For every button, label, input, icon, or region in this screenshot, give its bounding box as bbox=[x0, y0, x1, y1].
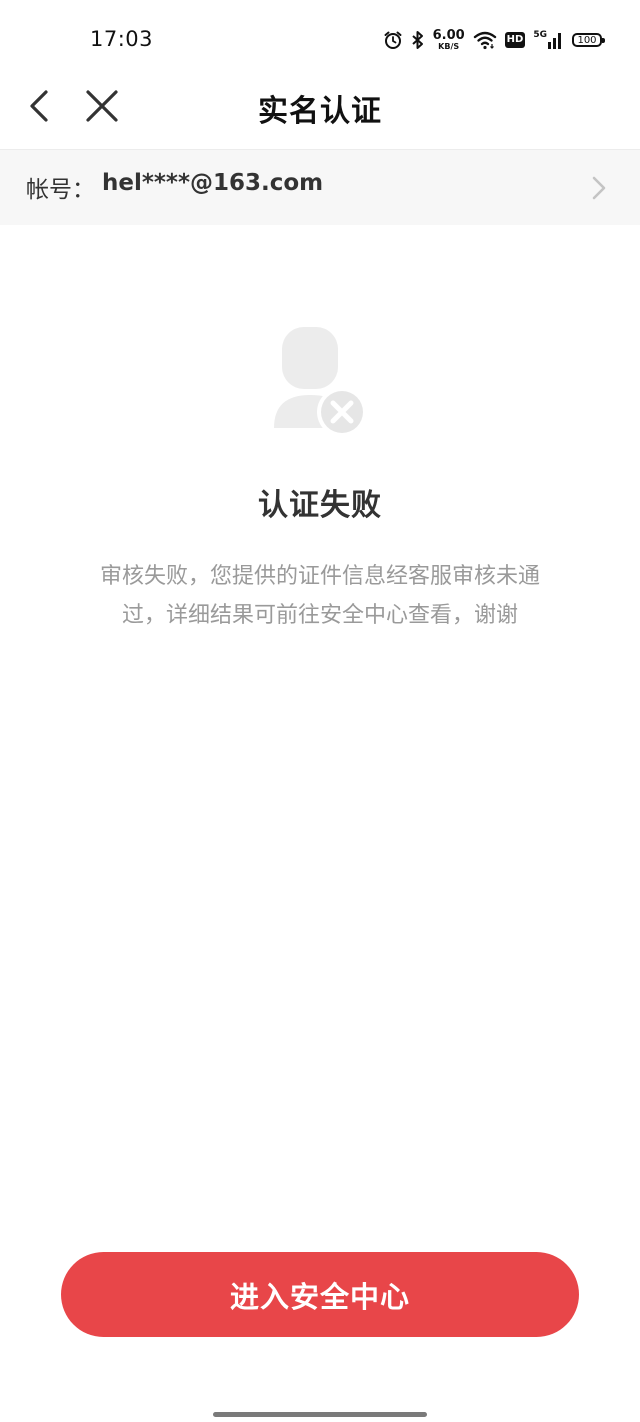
account-value: hel****@163.com bbox=[102, 170, 324, 196]
battery-level: 100 bbox=[577, 34, 597, 46]
wifi-icon bbox=[473, 30, 497, 50]
account-label: 帐号： bbox=[26, 177, 95, 203]
signal-icon: 5G bbox=[533, 31, 562, 49]
enter-security-center-button[interactable]: 进入安全中心 bbox=[61, 1252, 579, 1337]
result-title: 认证失败 bbox=[258, 488, 382, 523]
alarm-icon bbox=[383, 30, 403, 50]
home-indicator[interactable] bbox=[213, 1412, 427, 1417]
user-failed-icon bbox=[274, 327, 367, 437]
bluetooth-icon bbox=[411, 30, 425, 50]
network-type-label: 5G bbox=[533, 30, 547, 40]
account-row[interactable]: 帐号： hel****@163.com bbox=[0, 150, 640, 225]
status-time: 17:03 bbox=[90, 27, 154, 51]
page-title: 实名认证 bbox=[258, 94, 382, 129]
hd-badge: HD bbox=[504, 32, 526, 48]
battery-icon: 100 bbox=[572, 33, 605, 47]
result-description: 审核失败，您提供的证件信息经客服审核未通 过，详细结果可前往安全中心查看，谢谢 bbox=[70, 557, 570, 635]
result-description-line: 过，详细结果可前往安全中心查看，谢谢 bbox=[121, 603, 518, 628]
network-speed: 6.00 KB/S bbox=[433, 29, 465, 51]
nav-header: 实名认证 bbox=[0, 80, 640, 150]
chevron-right-icon bbox=[592, 176, 606, 200]
status-icons: 6.00 KB/S HD 5G 100 bbox=[383, 26, 605, 54]
network-speed-value: 6.00 bbox=[432, 28, 465, 43]
network-speed-unit: KB/S bbox=[438, 42, 460, 51]
result-description-line: 审核失败，您提供的证件信息经客服审核未通 bbox=[99, 564, 540, 589]
status-bar: 17:03 6.00 KB/S HD 5G 100 bbox=[0, 0, 640, 80]
